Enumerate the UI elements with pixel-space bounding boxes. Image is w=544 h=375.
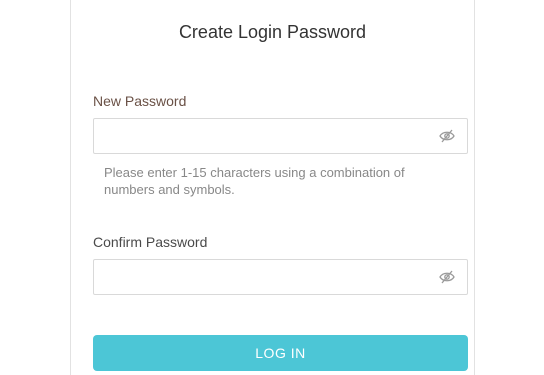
page-title: Create Login Password [178,22,367,42]
confirm-password-label: Confirm Password [93,234,208,250]
new-password-input[interactable] [94,119,444,151]
create-password-panel: Create Login Password New Password Pleas… [70,0,475,375]
password-hint: Please enter 1-15 characters using a com… [104,165,405,197]
eye-slash-icon[interactable] [439,129,455,143]
new-password-label: New Password [93,93,187,109]
eye-slash-icon[interactable] [439,270,455,284]
confirm-password-field[interactable] [93,259,468,295]
login-button[interactable]: LOG IN [93,335,468,371]
confirm-password-input[interactable] [94,260,444,292]
new-password-field[interactable] [93,118,468,154]
